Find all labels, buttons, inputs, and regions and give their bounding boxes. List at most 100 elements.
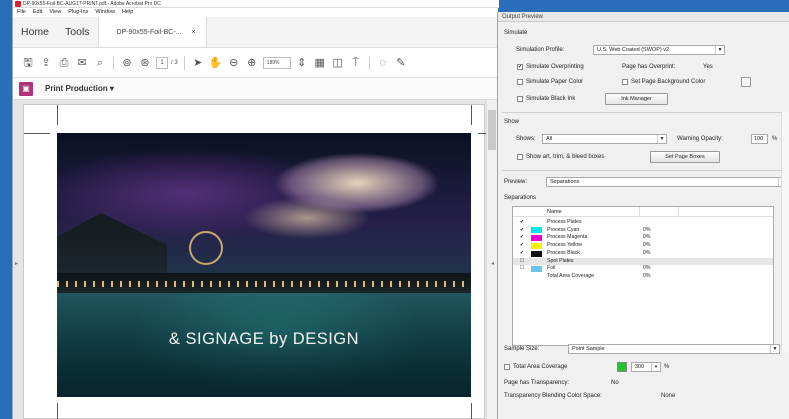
toolbar-divider bbox=[183, 55, 185, 70]
select-tool-icon[interactable]: ➤ bbox=[191, 56, 205, 70]
separation-percent: 0% bbox=[643, 242, 651, 249]
set-page-boxes-button[interactable]: Set Page Boxes bbox=[650, 151, 720, 163]
row-checkbox[interactable]: ✔ bbox=[517, 227, 527, 235]
scrollbar-thumb[interactable] bbox=[488, 110, 496, 150]
show-art-trim-checkbox[interactable] bbox=[517, 154, 523, 160]
row-checkbox[interactable]: ☐ bbox=[517, 258, 527, 266]
set-page-bg-checkbox[interactable] bbox=[622, 79, 628, 85]
save-icon[interactable]: 🖫 bbox=[21, 56, 35, 70]
table-header: Name bbox=[513, 207, 773, 217]
table-row[interactable]: ✔ Process Black 0% bbox=[513, 249, 773, 258]
row-checkbox[interactable]: ✔ bbox=[517, 219, 527, 227]
menu-edit[interactable]: Edit bbox=[33, 8, 42, 17]
crop-mark bbox=[478, 133, 486, 134]
email-icon[interactable]: ✉ bbox=[75, 56, 89, 70]
table-row[interactable]: Total Area Coverage 0% bbox=[513, 272, 773, 281]
section-divider bbox=[502, 170, 786, 171]
black-swatch bbox=[531, 250, 542, 257]
stamp-icon[interactable]: ⍑ bbox=[349, 56, 363, 70]
tab-document-label: DP-90x55-Foil-BC-... bbox=[116, 29, 182, 36]
dialog-scrollbar[interactable] bbox=[781, 112, 789, 352]
preview-value: Separations bbox=[550, 179, 580, 185]
toolbar-divider bbox=[113, 55, 114, 70]
sample-size-select[interactable]: Point Sample ▼ bbox=[568, 344, 780, 354]
warning-opacity-percent: % bbox=[772, 136, 778, 142]
left-panel-toggle-icon[interactable]: ▸ bbox=[15, 260, 18, 267]
tab-home[interactable]: Home bbox=[13, 17, 57, 47]
comment-icon[interactable]: ◌ bbox=[376, 56, 390, 70]
preview-select[interactable]: Separations ▼ bbox=[546, 177, 788, 187]
upload-icon[interactable]: ⇪ bbox=[39, 56, 53, 70]
warning-opacity-input[interactable]: 100 bbox=[751, 134, 768, 144]
shows-value: All bbox=[546, 136, 553, 142]
table-row[interactable]: ✔ Process Magenta 0% bbox=[513, 234, 773, 242]
total-area-coverage-checkbox[interactable] bbox=[504, 364, 510, 370]
zoom-level-select[interactable]: 189% bbox=[262, 56, 291, 69]
tab-document[interactable]: DP-90x55-Foil-BC-... × bbox=[97, 17, 207, 47]
ferris-wheel bbox=[189, 231, 223, 265]
zoom-out-icon[interactable]: ⊖ bbox=[227, 56, 241, 70]
chevron-down-icon: ▾ bbox=[651, 363, 660, 371]
shows-select[interactable]: All ▼ bbox=[542, 134, 667, 144]
menu-file[interactable]: File bbox=[17, 8, 26, 17]
scroll-mode-icon[interactable]: ▦ bbox=[313, 56, 327, 70]
table-row[interactable]: ✔ Process Yellow 0% bbox=[513, 242, 773, 250]
next-page-icon[interactable]: ⊛ bbox=[138, 56, 152, 70]
print-production-icon[interactable]: ▣ bbox=[19, 81, 33, 96]
page-bg-color-swatch[interactable] bbox=[741, 77, 751, 87]
print-production-menu[interactable]: Print Production ▾ bbox=[45, 84, 114, 93]
magenta-swatch bbox=[531, 235, 542, 242]
artwork-tagline: & SIGNAGE by DESIGN bbox=[168, 330, 360, 348]
coverage-value-select[interactable]: 300 ▾ bbox=[631, 362, 661, 372]
table-row[interactable]: ✔ Process Cyan 0% bbox=[513, 227, 773, 235]
sample-size-label: Sample Size: bbox=[504, 346, 540, 352]
previous-page-icon[interactable]: ⊚ bbox=[120, 56, 134, 70]
table-row[interactable]: ☐ Spot Plates bbox=[513, 257, 773, 266]
foil-swatch bbox=[531, 265, 542, 272]
separation-name: Process Black bbox=[547, 249, 580, 256]
row-checkbox[interactable]: ✔ bbox=[517, 242, 527, 250]
row-checkbox[interactable]: ✔ bbox=[517, 250, 527, 258]
acrobat-window: DP-90x55-Foil-BC-AUG17-PRINT.pdf - Adobe… bbox=[12, 0, 499, 419]
simulate-overprinting-checkbox[interactable]: ✔ bbox=[517, 64, 523, 70]
crop-mark bbox=[57, 403, 58, 419]
print-icon[interactable]: ⎙ bbox=[57, 56, 71, 70]
zoom-in-icon[interactable]: ⊕ bbox=[245, 56, 259, 70]
separation-percent: 0% bbox=[643, 272, 651, 279]
menu-plugins[interactable]: Plug-Ins bbox=[68, 8, 88, 17]
main-toolbar: 🖫 ⇪ ⎙ ✉ ⌕ ⊚ ⊛ 1 / 3 ➤ ✋ ⊖ ⊕ 189% ⇕ ▦ ◫ ⍑… bbox=[13, 48, 499, 78]
ink-manager-button[interactable]: Ink Manager bbox=[605, 93, 668, 105]
set-page-bg-label: Set Page Background Color bbox=[631, 79, 706, 85]
column-divider bbox=[639, 207, 640, 217]
menu-window[interactable]: Window bbox=[95, 8, 115, 17]
separation-name: Process Yellow bbox=[547, 242, 582, 249]
right-panel-toggle-icon[interactable]: ◂ bbox=[491, 260, 494, 267]
simulate-black-ink-checkbox[interactable] bbox=[517, 96, 523, 102]
close-tab-icon[interactable]: × bbox=[192, 17, 196, 47]
coverage-color-swatch[interactable] bbox=[617, 362, 627, 372]
row-checkbox[interactable]: ✔ bbox=[517, 234, 527, 242]
tab-tools[interactable]: Tools bbox=[57, 17, 98, 47]
simulation-profile-label: Simulation Profile: bbox=[516, 47, 565, 53]
dialog-title: Output Preview bbox=[498, 12, 789, 22]
menu-help[interactable]: Help bbox=[122, 8, 133, 17]
simulation-profile-select[interactable]: U.S. Web Coated (SWOP) v2 ▼ bbox=[593, 45, 725, 55]
page-number-input[interactable]: 1 bbox=[156, 56, 168, 69]
section-divider bbox=[502, 112, 786, 113]
search-icon[interactable]: ⌕ bbox=[93, 56, 107, 70]
separation-name: Spot Plates bbox=[547, 257, 574, 264]
hand-tool-icon[interactable]: ✋ bbox=[209, 56, 223, 70]
separation-percent: 0% bbox=[643, 249, 651, 256]
page-has-overprint-value: Yes bbox=[703, 64, 713, 70]
show-art-trim-label: Show art, trim, & bleed boxes bbox=[526, 154, 605, 160]
chevron-down-icon: ▼ bbox=[770, 345, 779, 353]
pen-icon[interactable]: ✎ bbox=[394, 56, 408, 70]
table-row[interactable]: ☐ Foil 0% bbox=[513, 265, 773, 273]
table-row[interactable]: ✔ Process Plates bbox=[513, 219, 773, 227]
full-screen-icon[interactable]: ◫ bbox=[331, 56, 345, 70]
row-checkbox[interactable]: ☐ bbox=[517, 265, 527, 273]
fit-page-icon[interactable]: ⇕ bbox=[295, 56, 309, 70]
simulate-paper-color-checkbox[interactable] bbox=[517, 79, 523, 85]
menu-view[interactable]: View bbox=[49, 8, 61, 17]
toolbar-divider bbox=[368, 55, 370, 70]
